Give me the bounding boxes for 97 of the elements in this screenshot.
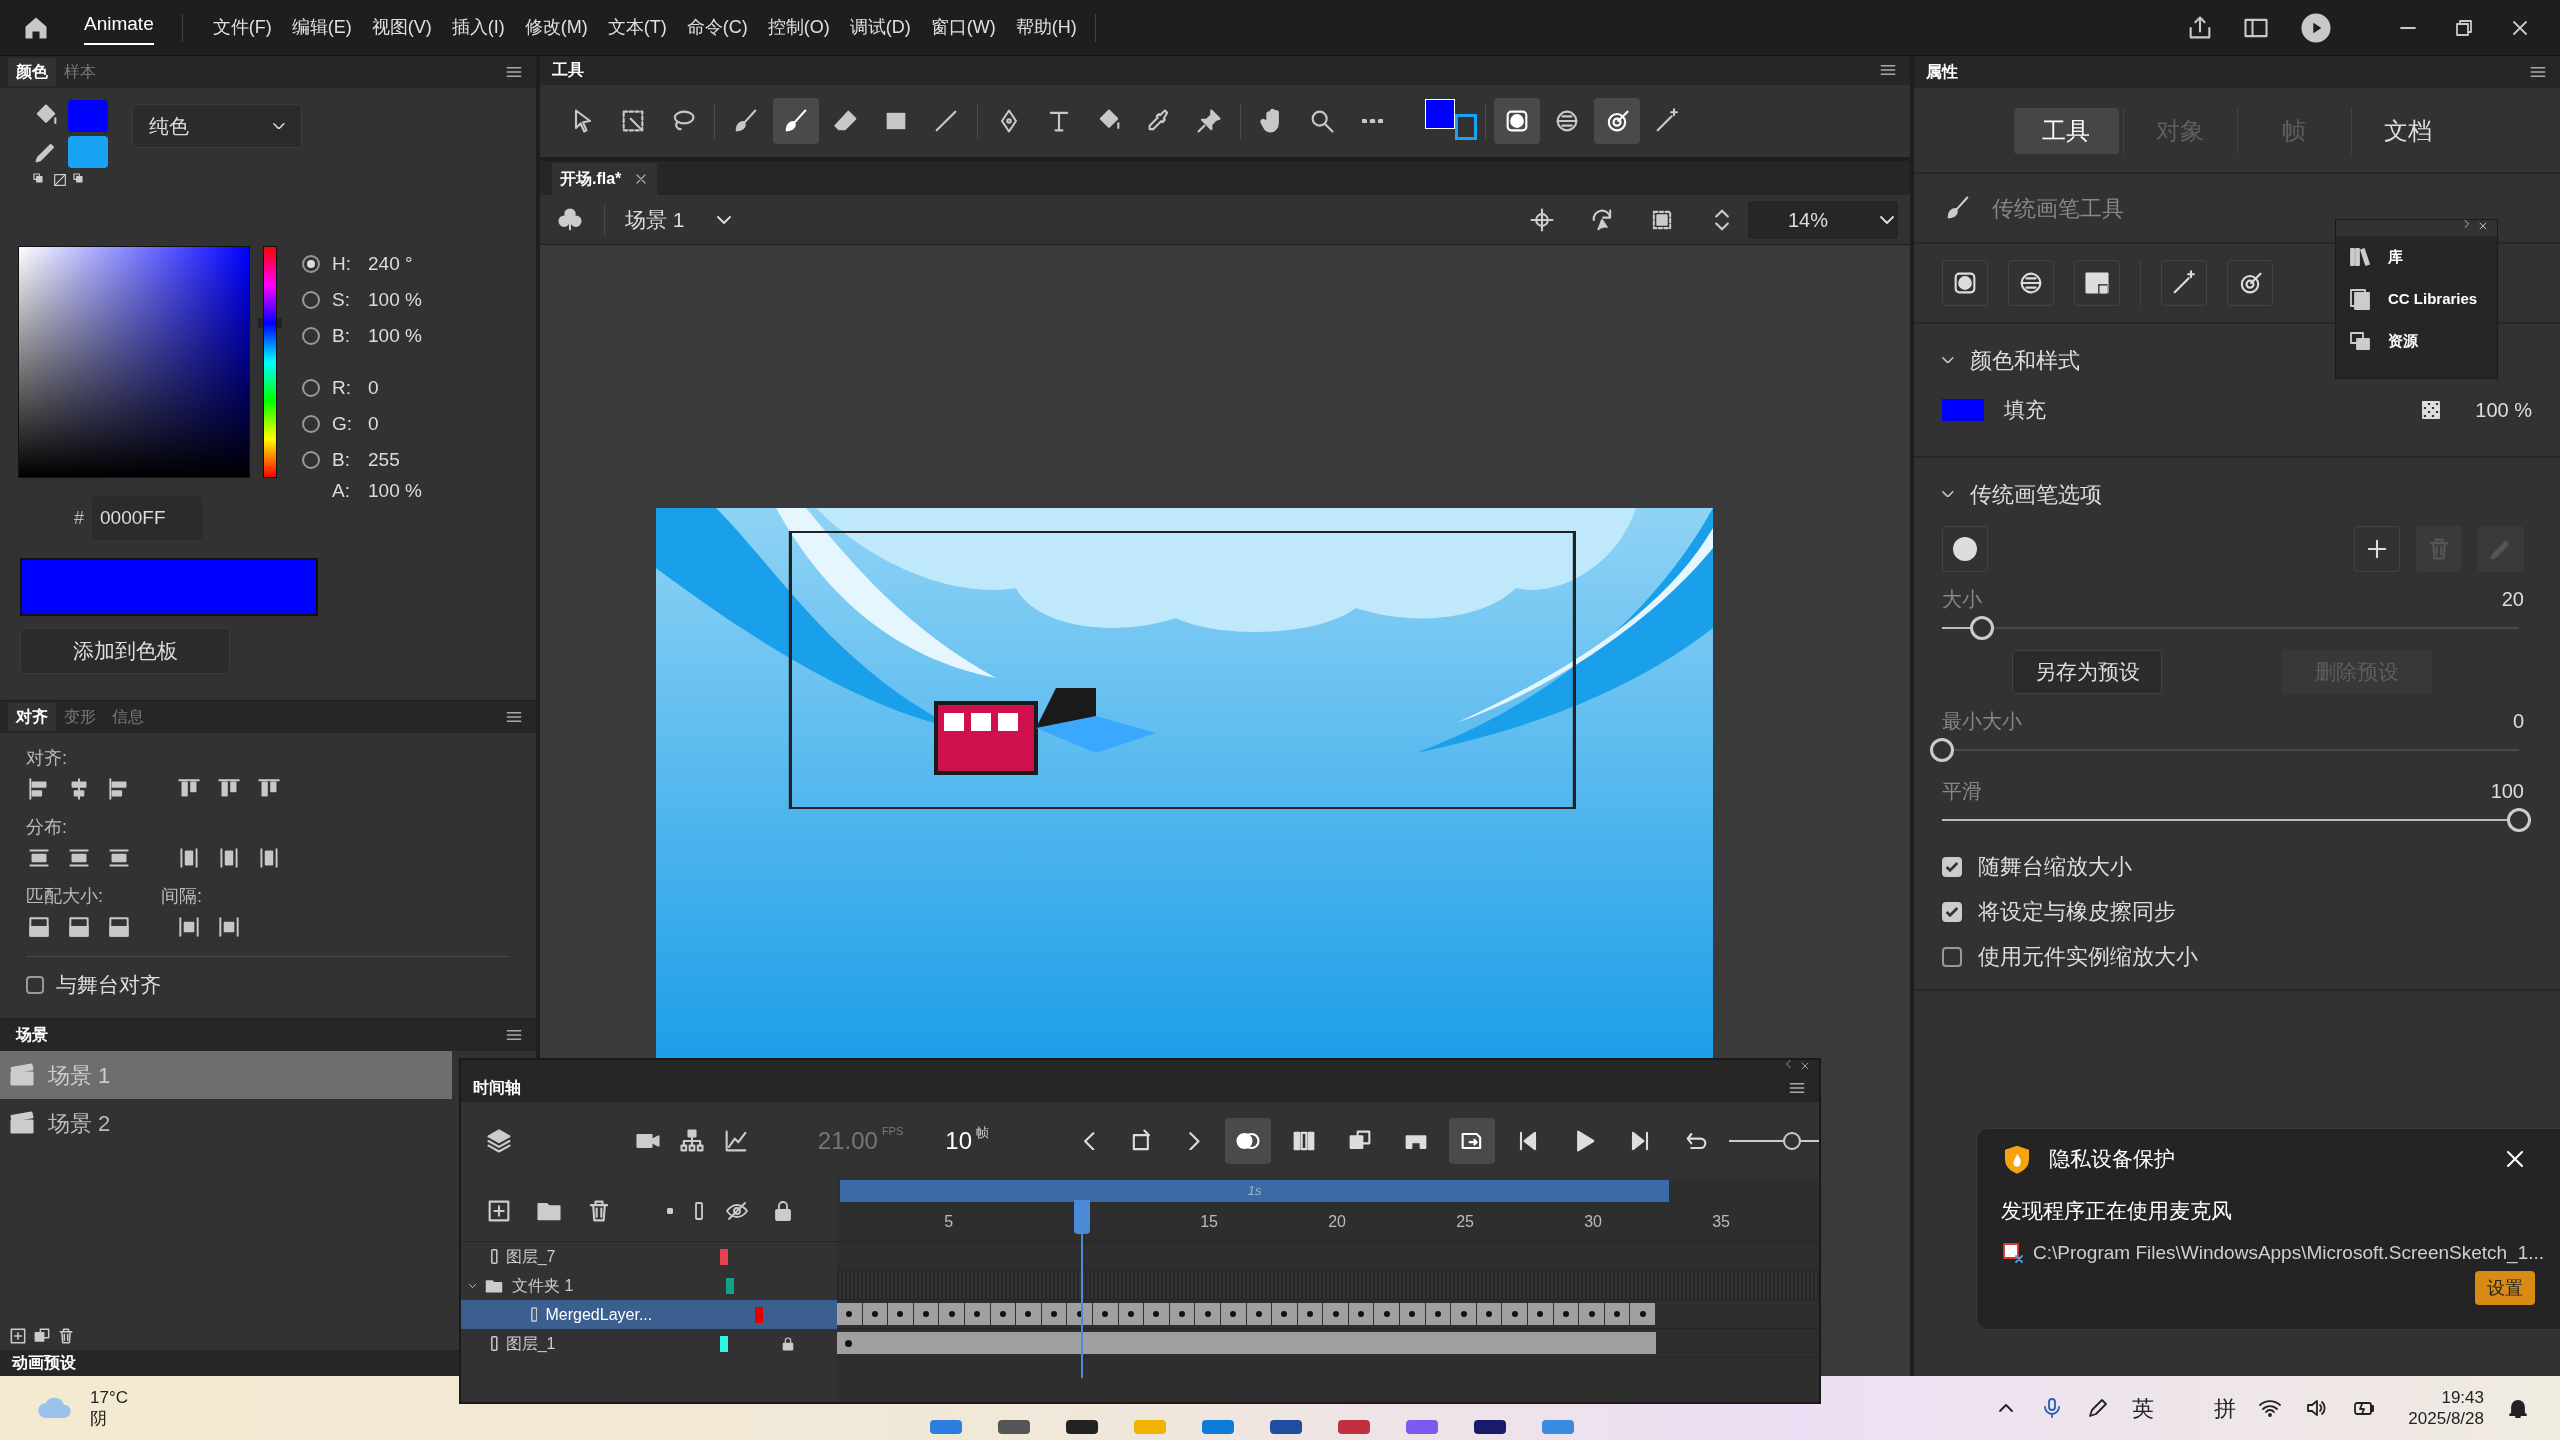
properties-tab[interactable]: 工具 [2013, 108, 2119, 154]
ruler-label: 20 [1328, 1212, 1346, 1232]
menu-item[interactable]: 窗口(W) [920, 7, 1006, 48]
panel-tab[interactable]: 颜色 [8, 58, 56, 86]
panel-title: 场景 [14, 1025, 49, 1045]
panel-shortcut[interactable]: 资源 [2336, 320, 2497, 362]
layer-row[interactable]: 文件夹 1 [461, 1271, 837, 1300]
slider-value: 20 [2501, 587, 2524, 612]
ruler-label: 30 [1584, 1212, 1602, 1232]
channel-label: G: [332, 411, 354, 436]
menu-item[interactable]: 命令(C) [676, 7, 758, 48]
menu-item[interactable]: 帮助(H) [1005, 7, 1087, 48]
slider-label: 大小 [1942, 587, 1982, 612]
slider-value: 0 [2512, 709, 2524, 734]
layer-row[interactable]: 图层_7 [461, 1242, 837, 1271]
panel-title: 工具 [551, 60, 585, 81]
layer-name: 图层_7 [505, 1246, 557, 1267]
panel-tab[interactable]: 变形 [56, 703, 104, 731]
document-tab[interactable]: 开场.fla* [552, 163, 658, 195]
panel-tab[interactable]: 样本 [56, 58, 104, 86]
checkbox-label: 使用元件实例缩放大小 [1978, 943, 2198, 971]
tool-name: 传统画笔工具 [1992, 194, 2124, 223]
section-header[interactable]: 传统画笔选项 [1942, 474, 2532, 514]
add-to-swatches-button[interactable]: 添加到色板 [20, 628, 230, 674]
fill-type-dropdown[interactable]: 纯色 [132, 104, 302, 148]
ruler-label: 35 [1712, 1212, 1730, 1232]
hex-label: # [74, 506, 84, 530]
channel-label: R: [332, 375, 352, 400]
ruler-label: 15 [1200, 1212, 1218, 1232]
ime-language[interactable]: 英 [2132, 1391, 2155, 1425]
fps-value: 21.00 [817, 1126, 878, 1156]
notification-title: 隐私设备保护 [2049, 1146, 2175, 1173]
clock-date[interactable]: 2025/8/28 [2408, 1408, 2484, 1430]
menu-item[interactable]: 控制(O) [757, 7, 840, 48]
panel-title: 时间轴 [472, 1078, 522, 1098]
clock-time[interactable]: 19:43 [2441, 1386, 2484, 1408]
frame-value: 10 [945, 1126, 972, 1156]
scene-item[interactable]: 场景 2 [0, 1099, 452, 1147]
menu-item[interactable]: 视图(V) [361, 7, 442, 48]
panel-shortcut[interactable]: 库 [2336, 236, 2497, 278]
opacity-value: 100 % [2475, 398, 2532, 423]
layer-row[interactable]: 图层_1 [461, 1329, 837, 1358]
channel-value: 100 % [368, 287, 422, 312]
layer-row[interactable]: MergedLayer... [461, 1300, 837, 1329]
layer-name: 文件夹 1 [512, 1275, 575, 1296]
settings-button[interactable]: 设置 [2475, 1271, 2535, 1305]
ruler-label: 25 [1456, 1212, 1474, 1232]
notification-message: 发现程序正在使用麦克风 [2001, 1198, 2233, 1224]
range-label: 1s [1247, 1182, 1262, 1201]
slider-label: 最小大小 [1942, 709, 2022, 734]
channel-value: 255 [368, 447, 400, 472]
checkbox-label: 随舞台缩放大小 [1978, 853, 2132, 881]
channel-value: 0 [368, 411, 379, 436]
fill-label: 填充 [2004, 397, 2046, 424]
menu-item[interactable]: 文件(F) [202, 7, 282, 48]
panel-title: 动画预设 [12, 1353, 76, 1373]
channel-value: 100 % [368, 478, 422, 503]
ruler-label: 5 [944, 1212, 954, 1232]
menu-item[interactable]: 修改(M) [514, 7, 598, 48]
hex-input[interactable]: 0000FF [92, 496, 202, 540]
channel-label: B: [332, 323, 351, 348]
layer-name: 图层_1 [505, 1333, 557, 1354]
properties-tab[interactable]: 文档 [2355, 108, 2461, 154]
panel-title: 属性 [1925, 62, 1959, 82]
channel-value: 0 [368, 375, 379, 400]
temperature: 17°C [90, 1386, 128, 1408]
channel-label: S: [332, 287, 351, 312]
channel-label: H: [332, 251, 352, 276]
channel-label: B: [332, 447, 351, 472]
preset-button[interactable]: 另存为预设 [2012, 650, 2162, 694]
slider-label: 平滑 [1942, 779, 1982, 804]
zoom-dropdown[interactable]: 14% [1748, 200, 1898, 239]
frame-unit: 帧 [976, 1124, 989, 1142]
checkbox-label: 将设定与橡皮擦同步 [1978, 898, 2176, 926]
scene-dropdown[interactable]: 场景 1 [625, 203, 731, 236]
channel-value: 100 % [368, 323, 422, 348]
group-label: 间隔: [161, 885, 203, 908]
ime-mode[interactable]: 拼 [2214, 1391, 2237, 1425]
channel-label: A: [332, 478, 351, 503]
menu-item[interactable]: 插入(I) [441, 7, 515, 48]
checkbox-label: 与舞台对齐 [56, 972, 161, 998]
notification-path: C:\Program Files\WindowsApps\Microsoft.ScreenSketch_1... [2033, 1240, 2545, 1266]
layer-name: MergedLayer... [545, 1304, 654, 1325]
fps-unit: FPS [881, 1124, 904, 1139]
panel-tab[interactable]: 信息 [104, 703, 152, 731]
group-label: 对齐: [26, 747, 68, 770]
slider-value: 100 [2490, 779, 2524, 804]
channel-value: 240 ° [368, 251, 413, 276]
weather-text: 阴 [90, 1408, 108, 1430]
group-label: 匹配大小: [26, 885, 103, 908]
menu-item[interactable]: 调试(D) [839, 7, 921, 48]
group-label: 分布: [26, 816, 68, 839]
menu-item[interactable]: 编辑(E) [281, 7, 362, 48]
menu-item[interactable]: 文本(T) [597, 7, 677, 48]
panel-tab[interactable]: 对齐 [8, 703, 56, 731]
app-name[interactable]: Animate [84, 10, 154, 45]
panel-shortcut[interactable]: CC Libraries [2336, 278, 2497, 320]
